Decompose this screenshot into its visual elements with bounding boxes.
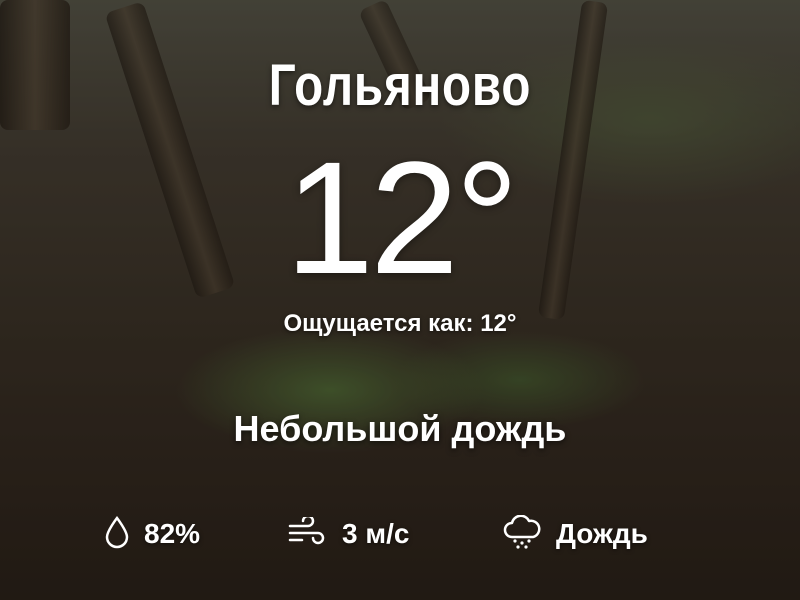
precipitation-stat: Дождь [502,512,648,556]
wind-value: 3 м/с [342,518,410,549]
humidity-value: 82% [144,518,201,549]
current-temperature: 12° [285,128,519,307]
wind-stat: 3 м/с [288,512,409,556]
droplet-icon [104,515,130,553]
wind-icon [288,514,328,551]
city-name: Гольяново [268,53,532,118]
weather-stats-row: 82% 3 м/с Дождь [0,512,800,556]
rain-cloud-icon [502,514,542,553]
humidity-stat: 82% [104,512,200,556]
precipitation-value: Дождь [556,518,648,549]
feels-like-text: Ощущается как: 12° [283,310,517,337]
weather-condition: Небольшой дождь [233,408,567,449]
